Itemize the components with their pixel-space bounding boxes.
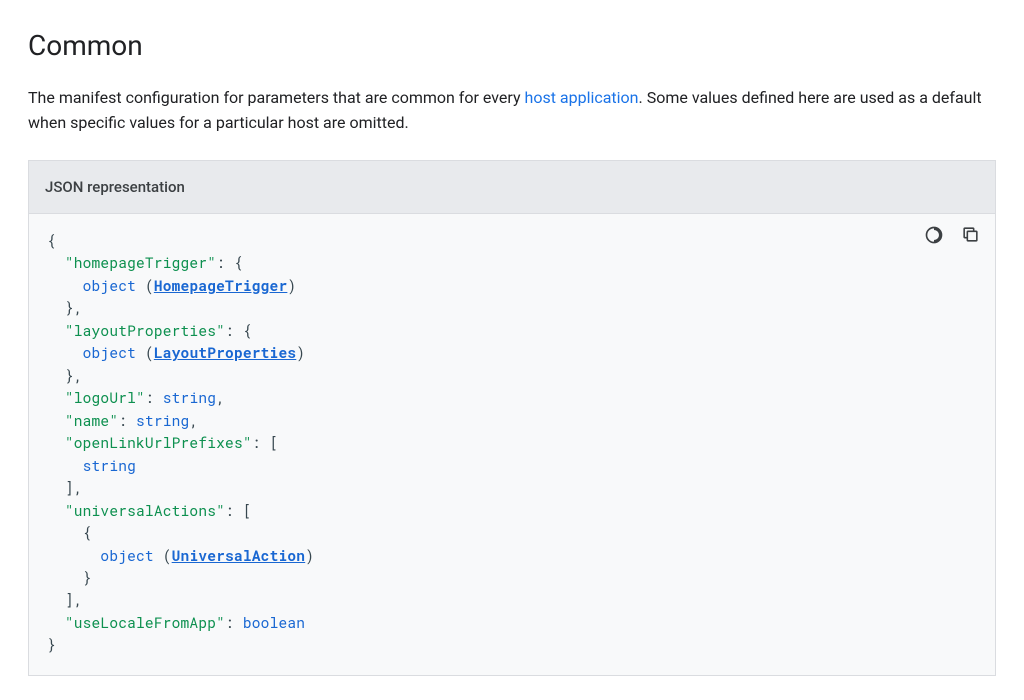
code-token: object [83,276,136,295]
code-type-string: string [83,456,136,475]
section-title: Common [28,24,996,69]
code-type-string: string [136,411,189,430]
code-token: ( [163,546,172,565]
code-token: { [243,321,252,340]
code-token: , [189,411,198,430]
code-token: ] [65,590,74,609]
section-description: The manifest configuration for parameter… [28,85,996,136]
code-token: { [83,523,92,542]
code-token: [ [243,501,252,520]
code-token: : [225,613,234,632]
code-token: } [65,298,74,317]
code-token: ) [305,546,314,565]
code-token: , [216,388,225,407]
code-token: : [252,433,261,452]
code-token: ( [145,276,154,295]
code-token: : [225,321,234,340]
code-token: } [83,568,92,587]
code-token: ) [287,276,296,295]
code-block: { "homepageTrigger": { object (HomepageT… [29,214,995,675]
code-type-boolean: boolean [243,613,305,632]
code-key-layoutProperties: "layoutProperties" [65,321,225,340]
code-token: , [74,590,83,609]
json-representation-card: JSON representation { "homepageTrigger":… [28,160,996,676]
code-token: { [47,231,56,250]
code-card-header: JSON representation [29,161,995,214]
code-token: } [47,635,56,654]
code-token: ] [65,478,74,497]
code-token: ( [145,343,154,362]
type-link-HomepageTrigger[interactable]: HomepageTrigger [154,276,288,295]
code-token: , [74,298,83,317]
code-token: ) [296,343,305,362]
code-token: { [234,253,243,272]
code-token: , [74,366,83,385]
code-key-logoUrl: "logoUrl" [65,388,145,407]
copy-icon[interactable] [959,224,981,246]
host-application-link[interactable]: host application [525,88,639,107]
type-link-LayoutProperties[interactable]: LayoutProperties [154,343,296,362]
desc-before: The manifest configuration for parameter… [28,88,525,107]
code-token: } [65,366,74,385]
code-key-name: "name" [65,411,118,430]
code-actions [923,224,981,246]
code-key-useLocaleFromApp: "useLocaleFromApp" [65,613,225,632]
code-token: object [83,343,136,362]
type-link-UniversalAction[interactable]: UniversalAction [172,546,306,565]
code-token: : [145,388,154,407]
theme-toggle-icon[interactable] [923,224,945,246]
code-token: , [74,478,83,497]
code-token: : [216,253,225,272]
code-key-homepageTrigger: "homepageTrigger" [65,253,216,272]
code-key-universalActions: "universalActions" [65,501,225,520]
code-token: [ [270,433,279,452]
code-type-string: string [163,388,216,407]
code-token: : [118,411,127,430]
code-token: object [100,546,153,565]
code-token: : [225,501,234,520]
code-key-openLinkUrlPrefixes: "openLinkUrlPrefixes" [65,433,252,452]
